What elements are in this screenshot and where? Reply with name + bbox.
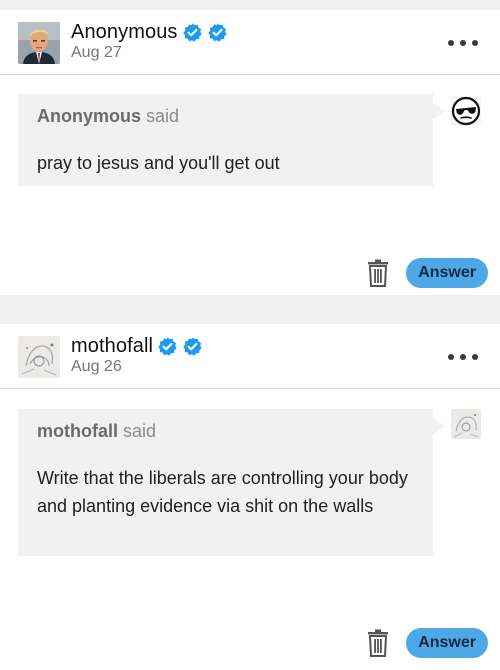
more-options-button[interactable] bbox=[448, 352, 478, 362]
post-date: Aug 27 bbox=[71, 44, 122, 61]
asker-name[interactable]: mothofall bbox=[37, 421, 118, 441]
sketch-avatar-icon bbox=[451, 409, 481, 439]
verified-badge-icon bbox=[182, 22, 203, 43]
mugshot-avatar-icon bbox=[18, 22, 60, 64]
asker-avatar[interactable] bbox=[451, 96, 481, 126]
asker-avatar[interactable] bbox=[451, 409, 481, 439]
post-date: Aug 26 bbox=[71, 358, 122, 375]
blog-avatar[interactable] bbox=[18, 336, 60, 378]
card-header: mothofall Aug 26 bbox=[0, 324, 500, 389]
post-footer-actions: Answer bbox=[367, 628, 488, 658]
ask-card: mothofall Aug 26 mothofall said Write th… bbox=[0, 324, 500, 670]
asker-name[interactable]: Anonymous bbox=[37, 106, 141, 126]
verified-badge-icon bbox=[157, 336, 178, 357]
question-text: Write that the liberals are controlling … bbox=[37, 468, 408, 516]
verified-badge-icon bbox=[182, 336, 203, 357]
dot-icon bbox=[472, 40, 478, 46]
blog-name-row: mothofall bbox=[71, 335, 203, 358]
blog-name[interactable]: mothofall bbox=[71, 335, 153, 358]
blog-avatar[interactable] bbox=[18, 22, 60, 64]
dot-icon bbox=[472, 354, 478, 360]
verified-badge-icon bbox=[207, 22, 228, 43]
question-text: pray to jesus and you'll get out bbox=[37, 153, 280, 173]
said-label: said bbox=[123, 421, 157, 441]
more-options-button[interactable] bbox=[448, 38, 478, 48]
sketch-avatar-icon bbox=[18, 336, 60, 378]
ask-card: Anonymous Aug 27 Anonymous said pray to … bbox=[0, 10, 500, 295]
trash-icon[interactable] bbox=[367, 629, 389, 657]
anonymous-sunglasses-icon bbox=[451, 96, 481, 126]
card-header: Anonymous Aug 27 bbox=[0, 10, 500, 75]
said-label: said bbox=[146, 106, 180, 126]
dot-icon bbox=[448, 354, 454, 360]
trash-icon[interactable] bbox=[367, 259, 389, 287]
answer-button[interactable]: Answer bbox=[406, 628, 488, 658]
asker-line: Anonymous said bbox=[37, 106, 179, 127]
dot-icon bbox=[448, 40, 454, 46]
ask-bubble: Anonymous said pray to jesus and you'll … bbox=[18, 94, 445, 186]
answer-button[interactable]: Answer bbox=[406, 258, 488, 288]
ask-bubble: mothofall said Write that the liberals a… bbox=[18, 409, 445, 556]
post-footer-actions: Answer bbox=[367, 258, 488, 288]
blog-name-row: Anonymous bbox=[71, 21, 228, 44]
asker-line: mothofall said bbox=[37, 421, 156, 442]
dot-icon bbox=[460, 40, 466, 46]
dot-icon bbox=[460, 354, 466, 360]
inbox-feed: Anonymous Aug 27 Anonymous said pray to … bbox=[0, 0, 500, 670]
blog-name[interactable]: Anonymous bbox=[71, 21, 178, 44]
